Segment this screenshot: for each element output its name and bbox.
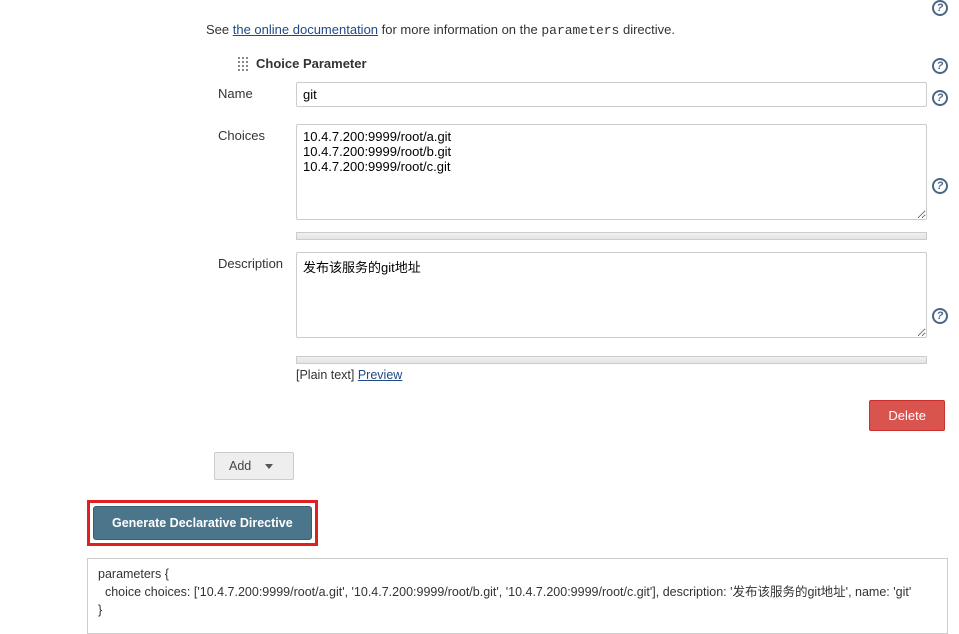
intro-suffix: directive. — [619, 22, 675, 37]
help-icon[interactable]: ? — [932, 90, 948, 106]
choices-row: Choices 10.4.7.200:9999/root/a.git 10.4.… — [218, 124, 927, 223]
drag-handle-icon[interactable] — [238, 57, 250, 71]
name-input[interactable] — [296, 82, 927, 107]
help-icon[interactable]: ? — [932, 58, 948, 74]
help-icon[interactable]: ? — [932, 308, 948, 324]
name-row: Name — [218, 82, 927, 107]
generated-output[interactable]: parameters { choice choices: ['10.4.7.20… — [87, 558, 948, 634]
resize-handle[interactable] — [296, 356, 927, 364]
help-icon[interactable]: ? — [932, 0, 948, 16]
chevron-down-icon — [265, 464, 273, 469]
description-row: Description 发布该服务的git地址 — [218, 252, 927, 341]
description-format-line: [Plain text] Preview — [296, 368, 402, 382]
intro-text: See the online documentation for more in… — [206, 22, 675, 38]
description-textarea[interactable]: 发布该服务的git地址 — [296, 252, 927, 338]
preview-link[interactable]: Preview — [358, 368, 402, 382]
choices-label: Choices — [218, 124, 294, 143]
resize-handle[interactable] — [296, 232, 927, 240]
description-label: Description — [218, 252, 294, 271]
choice-parameter-header: Choice Parameter — [238, 56, 367, 71]
name-label: Name — [218, 82, 294, 101]
add-button[interactable]: Add — [214, 452, 294, 480]
help-icon[interactable]: ? — [932, 178, 948, 194]
generate-directive-button[interactable]: Generate Declarative Directive — [93, 506, 312, 540]
intro-code: parameters — [541, 23, 619, 38]
intro-prefix: See — [206, 22, 233, 37]
section-title: Choice Parameter — [256, 56, 367, 71]
plain-text-label: [Plain text] — [296, 368, 358, 382]
delete-button[interactable]: Delete — [869, 400, 945, 431]
add-button-label: Add — [229, 459, 251, 473]
online-documentation-link[interactable]: the online documentation — [233, 22, 378, 37]
choices-textarea[interactable]: 10.4.7.200:9999/root/a.git 10.4.7.200:99… — [296, 124, 927, 220]
intro-mid: for more information on the — [378, 22, 541, 37]
generate-highlight: Generate Declarative Directive — [87, 500, 318, 546]
